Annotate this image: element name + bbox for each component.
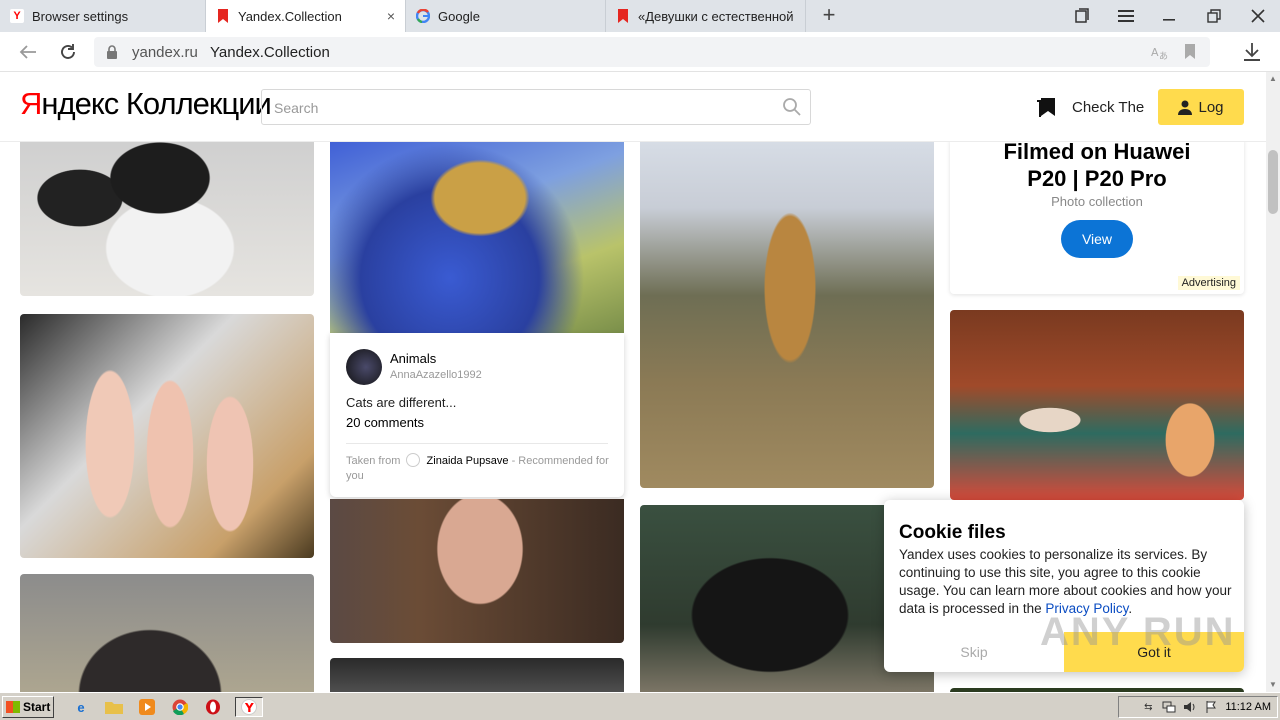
ad-view-button[interactable]: View (1061, 220, 1133, 258)
opera-icon[interactable] (202, 697, 224, 717)
page-scrollbar[interactable]: ▲ ▼ (1266, 72, 1280, 692)
bookmarks-manager-icon[interactable] (1060, 0, 1104, 32)
tab-girls[interactable]: «Девушки с естественной (606, 0, 806, 32)
cat-table-image-card[interactable] (950, 310, 1244, 500)
yandex-browser-icon[interactable]: Y (235, 697, 263, 717)
tab-google[interactable]: Google (406, 0, 606, 32)
media-player-icon[interactable] (136, 697, 158, 717)
volume-icon[interactable] (1183, 701, 1197, 713)
windows-taskbar: Start e Y ⇆ 11:12 AM (0, 692, 1280, 720)
cookie-skip-button[interactable]: Skip (924, 632, 1024, 672)
nails-image-card[interactable] (20, 314, 314, 558)
tab-yandex-collection[interactable]: Yandex.Collection × (206, 0, 406, 32)
start-label: Start (23, 700, 51, 714)
windows-logo-icon (6, 701, 20, 713)
tab-label: Yandex.Collection (238, 8, 342, 24)
internet-explorer-icon[interactable]: e (70, 697, 92, 717)
advertising-badge: Advertising (1177, 276, 1240, 290)
logo-letter: Я (20, 86, 42, 121)
ad-title-line: Filmed on Huawei (1003, 142, 1191, 164)
dog-image-card[interactable] (20, 574, 314, 692)
dark-image-card[interactable] (330, 658, 624, 692)
translate-icon[interactable]: Aあ (1150, 43, 1168, 62)
yandex-collections-icon (216, 9, 230, 23)
giraffe-image-card[interactable] (640, 142, 934, 488)
tab-browser-settings[interactable]: Y Browser settings (0, 0, 206, 32)
network-icon[interactable] (1162, 701, 1176, 713)
scroll-up-icon[interactable]: ▲ (1266, 72, 1280, 86)
new-tab-button[interactable]: + (818, 4, 840, 26)
leopard-image-card[interactable] (330, 142, 624, 333)
yandex-icon: Y (10, 9, 24, 23)
source-username[interactable]: Zinaida Pupsave (427, 455, 509, 467)
post-collection-name[interactable]: Animals (390, 351, 436, 366)
login-label: Log (1198, 98, 1224, 116)
login-button[interactable]: Log (1158, 89, 1244, 125)
clock[interactable]: 11:12 AM (1225, 701, 1271, 713)
downloads-icon[interactable] (1240, 40, 1264, 64)
yandex-collections-logo[interactable]: Яндекс Коллекции (20, 86, 272, 122)
minimize-icon[interactable] (1148, 0, 1192, 32)
post-source: Taken from Zinaida Pupsave - Recommended… (346, 453, 616, 484)
portrait-image-card[interactable] (330, 499, 624, 643)
kitten-image-card[interactable] (20, 142, 314, 296)
tab-label: Browser settings (32, 8, 129, 24)
ad-title: Filmed on Huawei P20 | P20 Pro (950, 142, 1244, 192)
yandex-collections-icon (616, 9, 630, 23)
url-field[interactable]: yandex.ru Yandex.Collection Aあ (94, 37, 1210, 67)
cookie-text: Yandex uses cookies to personalize its s… (899, 546, 1234, 618)
close-window-icon[interactable] (1236, 0, 1280, 32)
svg-text:あ: あ (1159, 51, 1168, 61)
logo-text: ндекс Коллекции (41, 86, 271, 121)
post-info-card[interactable]: Animals AnnaAzazello1992 Cats are differ… (330, 333, 624, 497)
search-icon[interactable] (782, 97, 802, 117)
restore-icon[interactable] (1192, 0, 1236, 32)
tray-arrows-icon[interactable]: ⇆ (1141, 701, 1155, 713)
post-comments-link[interactable]: 20 comments (346, 415, 424, 430)
tab-label: «Девушки с естественной (638, 8, 794, 24)
folder-icon[interactable] (103, 697, 125, 717)
anyrun-watermark: ANY RUN (1040, 610, 1236, 654)
flag-icon[interactable] (1204, 701, 1218, 713)
url-domain: yandex.ru (132, 44, 198, 61)
bookmark-page-icon[interactable] (1184, 44, 1198, 60)
search-placeholder: Search (274, 100, 319, 116)
start-button[interactable]: Start (2, 696, 54, 718)
post-username[interactable]: AnnaAzazello1992 (390, 369, 482, 381)
lock-icon (107, 45, 117, 59)
back-icon[interactable] (16, 40, 40, 64)
scroll-thumb[interactable] (1268, 150, 1278, 214)
browser-tab-bar: Y Browser settings Yandex.Collection × G… (0, 0, 1280, 32)
ad-title-line: P20 | P20 Pro (1027, 166, 1167, 191)
my-collections-icon[interactable] (1035, 96, 1057, 118)
google-icon (416, 9, 430, 23)
address-bar: yandex.ru Yandex.Collection Aあ (0, 32, 1280, 72)
search-input[interactable]: Search (261, 89, 811, 125)
svg-text:Y: Y (244, 701, 254, 715)
cookie-title: Cookie files (899, 522, 1006, 543)
menu-icon[interactable] (1104, 0, 1148, 32)
ad-subtitle: Photo collection (1051, 194, 1143, 209)
advertisement-card[interactable]: Filmed on Huawei P20 | P20 Pro Photo col… (950, 142, 1244, 294)
scroll-down-icon[interactable]: ▼ (1266, 678, 1280, 692)
user-icon (1178, 100, 1193, 115)
taken-from-label: Taken from (346, 455, 401, 467)
chrome-icon[interactable] (169, 697, 191, 717)
close-tab-icon[interactable]: × (387, 8, 395, 24)
check-the-link[interactable]: Check The (1072, 99, 1144, 116)
reload-icon[interactable] (56, 40, 80, 64)
divider (346, 443, 608, 444)
post-description: Cats are different... (346, 395, 457, 410)
site-header: Яндекс Коллекции Search Check The Log (0, 72, 1266, 142)
avatar[interactable] (346, 349, 382, 385)
system-tray: ⇆ 11:12 AM (1118, 696, 1278, 718)
svg-text:A: A (1151, 46, 1159, 59)
url-page-title: Yandex.Collection (210, 44, 330, 61)
source-avatar (406, 453, 421, 467)
tab-label: Google (438, 8, 480, 24)
